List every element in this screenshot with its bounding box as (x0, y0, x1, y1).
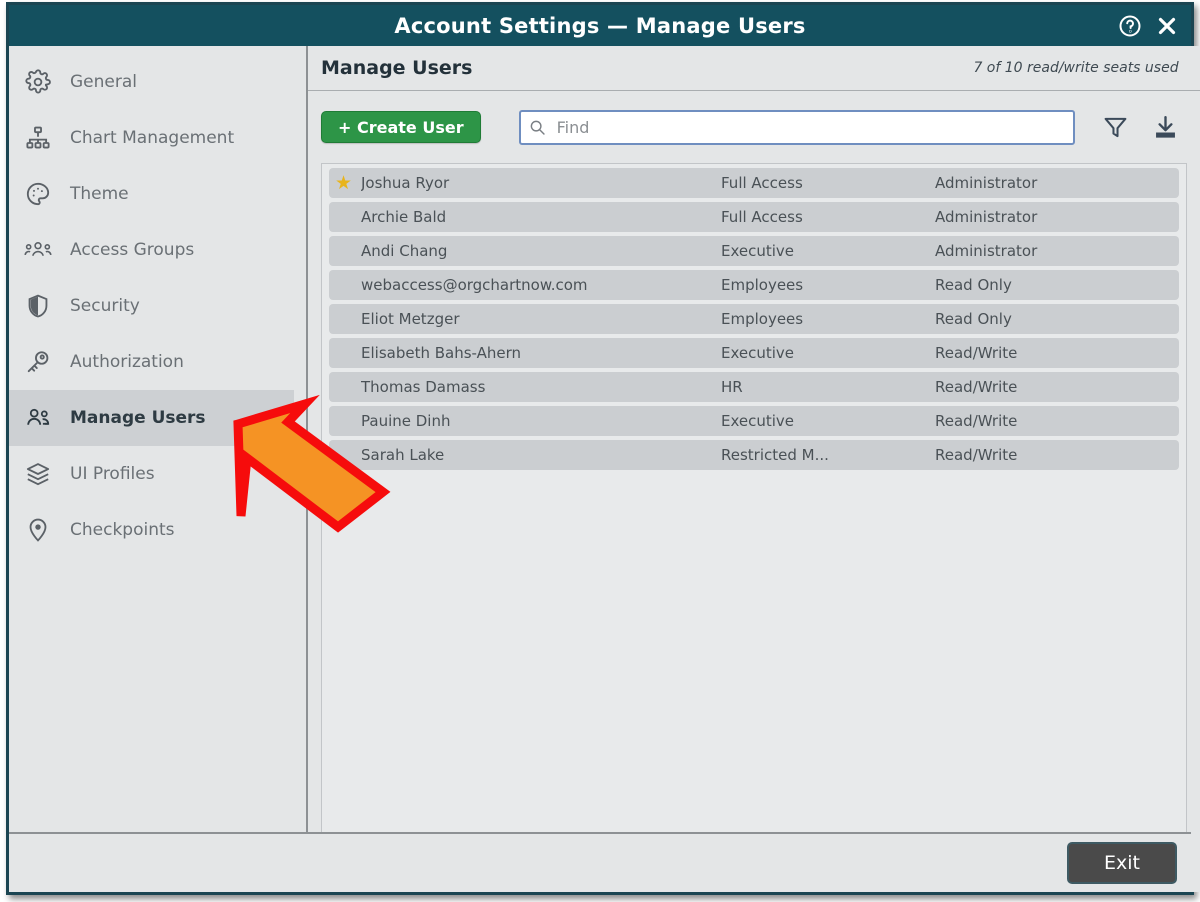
user-role: Read/Write (935, 344, 1179, 362)
user-name: Pauine Dinh (361, 412, 721, 430)
screenshot-root: Account Settings — Manage Users (0, 0, 1200, 902)
exit-button[interactable]: Exit (1067, 842, 1177, 884)
settings-sidebar: General Chart Management (9, 46, 308, 892)
user-name: Joshua Ryor (361, 174, 721, 192)
users-icon (23, 403, 53, 433)
dialog-footer: Exit (9, 832, 1191, 892)
help-circle-icon[interactable] (1118, 14, 1142, 38)
sidebar-item-label: Authorization (70, 352, 184, 372)
window-title: Account Settings — Manage Users (394, 14, 805, 38)
user-group: HR (721, 378, 935, 396)
user-group: Employees (721, 276, 935, 294)
sidebar-item-chart-management[interactable]: Chart Management (9, 110, 306, 166)
user-name: Andi Chang (361, 242, 721, 260)
window-content: General Chart Management (9, 46, 1191, 892)
search-field-wrapper (519, 110, 1075, 145)
user-group: Full Access (721, 208, 935, 226)
sidebar-item-label: Manage Users (70, 408, 206, 428)
sidebar-item-label: Checkpoints (70, 520, 175, 540)
sidebar-item-manage-users[interactable]: Manage Users (9, 390, 294, 446)
sidebar-item-checkpoints[interactable]: Checkpoints (9, 502, 306, 558)
sidebar-item-general[interactable]: General (9, 54, 306, 110)
table-row[interactable]: Archie Bald Full Access Administrator (329, 202, 1179, 232)
users-list: ★ Joshua Ryor Full Access Administrator … (322, 164, 1186, 470)
users-toolbar: + Create User (308, 91, 1200, 163)
table-row[interactable]: Thomas Damass HR Read/Write (329, 372, 1179, 402)
panel-header: Manage Users 7 of 10 read/write seats us… (308, 46, 1200, 91)
user-group-icon (23, 235, 53, 265)
user-role: Read Only (935, 310, 1179, 328)
user-name: Sarah Lake (361, 446, 721, 464)
user-role: Administrator (935, 208, 1179, 226)
table-row[interactable]: Eliot Metzger Employees Read Only (329, 304, 1179, 334)
account-settings-window: Account Settings — Manage Users (6, 2, 1194, 895)
table-row[interactable]: Elisabeth Bahs-Ahern Executive Read/Writ… (329, 338, 1179, 368)
user-role: Read/Write (935, 446, 1179, 464)
sidebar-item-label: Chart Management (70, 128, 234, 148)
user-name: Elisabeth Bahs-Ahern (361, 344, 721, 362)
create-user-button[interactable]: + Create User (321, 111, 481, 143)
gear-icon (23, 67, 53, 97)
table-row[interactable]: webaccess@orgchartnow.com Employees Read… (329, 270, 1179, 300)
close-icon[interactable] (1155, 14, 1179, 38)
funnel-icon[interactable] (1101, 112, 1131, 142)
table-row[interactable]: Pauine Dinh Executive Read/Write (329, 406, 1179, 436)
seats-usage-note: 7 of 10 read/write seats used (973, 60, 1178, 76)
sidebar-item-ui-profiles[interactable]: UI Profiles (9, 446, 306, 502)
sidebar-item-label: General (70, 72, 137, 92)
star-icon[interactable]: ★ (335, 174, 361, 193)
map-pin-icon (23, 515, 53, 545)
table-row[interactable]: ★ Joshua Ryor Full Access Administrator (329, 168, 1179, 198)
table-row[interactable]: Andi Chang Executive Administrator (329, 236, 1179, 266)
sidebar-item-label: UI Profiles (70, 464, 155, 484)
user-role: Read Only (935, 276, 1179, 294)
user-group: Full Access (721, 174, 935, 192)
user-name: Archie Bald (361, 208, 721, 226)
sidebar-item-security[interactable]: Security (9, 278, 306, 334)
user-group: Executive (721, 344, 935, 362)
user-group: Restricted M... (721, 446, 935, 464)
sidebar-item-label: Access Groups (70, 240, 194, 260)
users-list-container[interactable]: ★ Joshua Ryor Full Access Administrator … (321, 163, 1187, 880)
download-icon[interactable] (1151, 112, 1181, 142)
manage-users-panel: Manage Users 7 of 10 read/write seats us… (308, 46, 1200, 892)
user-name: webaccess@orgchartnow.com (361, 276, 721, 294)
user-group: Executive (721, 242, 935, 260)
user-role: Read/Write (935, 378, 1179, 396)
sidebar-item-theme[interactable]: Theme (9, 166, 306, 222)
sidebar-item-label: Security (70, 296, 140, 316)
page-title: Manage Users (321, 57, 472, 79)
user-name: Thomas Damass (361, 378, 721, 396)
palette-icon (23, 179, 53, 209)
user-name: Eliot Metzger (361, 310, 721, 328)
org-chart-icon (23, 123, 53, 153)
search-input[interactable] (519, 110, 1075, 145)
sidebar-item-label: Theme (70, 184, 129, 204)
user-group: Employees (721, 310, 935, 328)
user-role: Administrator (935, 174, 1179, 192)
user-role: Administrator (935, 242, 1179, 260)
sidebar-item-authorization[interactable]: Authorization (9, 334, 306, 390)
table-row[interactable]: Sarah Lake Restricted M... Read/Write (329, 440, 1179, 470)
key-icon (23, 347, 53, 377)
sidebar-item-access-groups[interactable]: Access Groups (9, 222, 306, 278)
window-titlebar: Account Settings — Manage Users (9, 5, 1191, 46)
layers-icon (23, 459, 53, 489)
shield-icon (23, 291, 53, 321)
user-group: Executive (721, 412, 935, 430)
user-role: Read/Write (935, 412, 1179, 430)
window-controls (1118, 5, 1179, 46)
